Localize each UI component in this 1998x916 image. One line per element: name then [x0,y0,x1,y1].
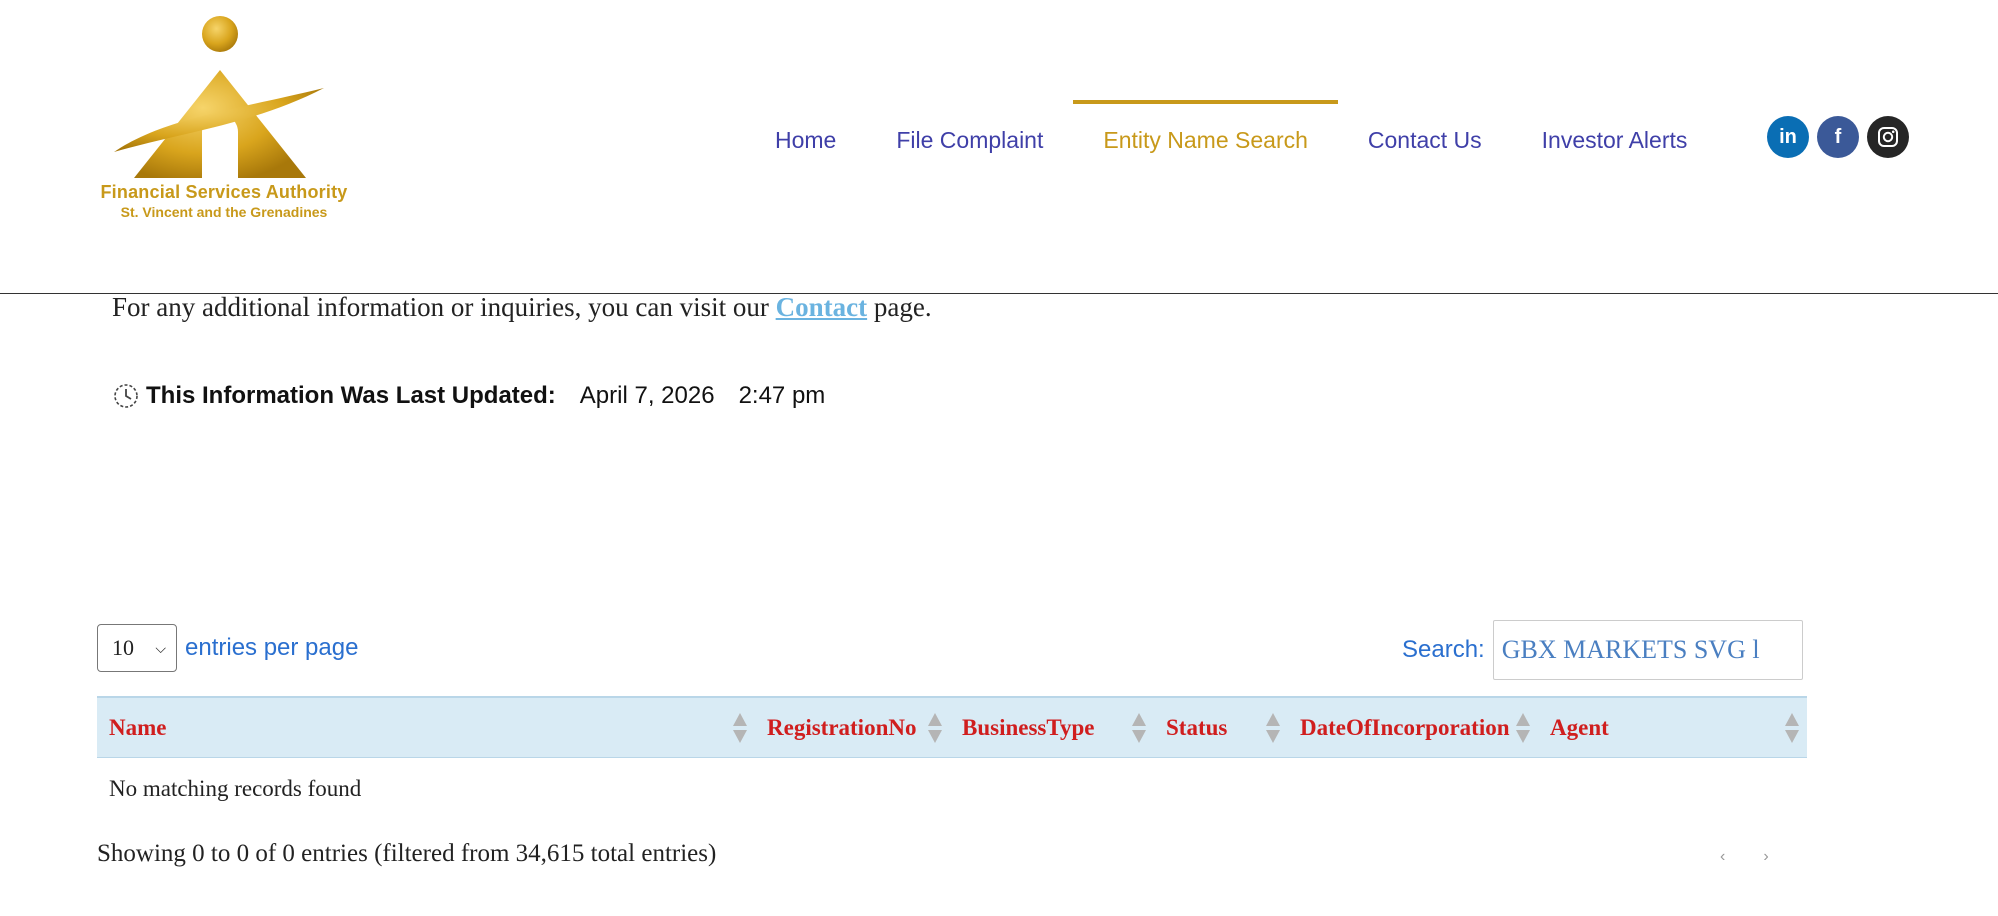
social-links: in f [1767,116,1909,158]
column-status-label: Status [1166,714,1228,740]
previous-page-button[interactable]: ‹ [1720,848,1725,866]
contact-link[interactable]: Contact [776,292,867,322]
entries-per-page-value: 10 [112,635,134,660]
nav-contact-us[interactable]: Contact Us [1338,100,1512,176]
column-name-label: Name [109,714,167,740]
entries-per-page-control: 10 ⌵ entries per page [97,624,358,672]
linkedin-button[interactable]: in [1767,116,1809,158]
entries-per-page-label: entries per page [185,634,359,661]
last-updated-time: 2:47 pm [738,382,826,409]
column-header-registrationno[interactable]: RegistrationNo [755,698,950,757]
last-updated-label: This Information Was Last Updated: [146,382,556,409]
sort-icon [1132,713,1146,743]
pagination: ‹ › [1720,848,1769,866]
sort-icon [928,713,942,743]
instagram-icon [1878,127,1898,147]
column-header-status[interactable]: Status [1154,698,1288,757]
sort-icon [1266,713,1280,743]
table-info: Showing 0 to 0 of 0 entries (filtered fr… [97,840,717,867]
fsa-logo-mark-icon [114,16,324,178]
search-input[interactable] [1492,620,1803,680]
nav-file-complaint[interactable]: File Complaint [866,100,1073,176]
linkedin-icon: in [1779,125,1797,148]
column-registrationno-label: RegistrationNo [767,714,917,740]
facebook-icon: f [1834,125,1842,148]
entries-per-page-select[interactable]: 10 ⌵ [97,624,177,672]
site-header: Financial Services Authority St. Vincent… [0,0,1998,294]
fsa-logo[interactable]: Financial Services Authority St. Vincent… [84,14,364,224]
brand-name: Financial Services Authority [100,182,348,202]
column-agent-label: Agent [1550,714,1609,740]
sort-icon [1785,713,1799,743]
last-updated-date: April 7, 2026 [579,382,715,409]
column-header-name[interactable]: Name [97,698,755,757]
table-header: Name RegistrationNo BusinessType Status … [97,696,1807,758]
table-search: Search: [1402,620,1803,680]
info-suffix: page. [873,292,932,322]
next-page-button[interactable]: › [1763,848,1768,866]
column-businesstype-label: BusinessType [962,714,1095,740]
info-text: For any additional information or inquir… [112,292,932,323]
brand-subtitle: St. Vincent and the Grenadines [120,204,328,220]
column-dateofincorporation-label: DateOfIncorporation [1300,714,1510,740]
nav-entity-name-search[interactable]: Entity Name Search [1073,100,1338,176]
last-updated: This Information Was Last Updated: April… [112,382,825,410]
column-header-dateofincorporation[interactable]: DateOfIncorporation [1288,698,1538,757]
table-empty-row: No matching records found [97,758,1807,820]
facebook-button[interactable]: f [1817,116,1859,158]
column-header-businesstype[interactable]: BusinessType [950,698,1154,757]
empty-message: No matching records found [109,776,362,801]
instagram-button[interactable] [1867,116,1909,158]
search-label: Search: [1402,636,1485,663]
column-header-agent[interactable]: Agent [1538,698,1807,757]
chevron-down-icon: ⌵ [155,639,166,656]
sort-icon [733,713,747,743]
info-prefix: For any additional information or inquir… [112,292,769,322]
entity-table: Name RegistrationNo BusinessType Status … [97,696,1807,820]
history-clock-icon [114,384,138,408]
main-nav: Home File Complaint Entity Name Search C… [745,100,1717,176]
nav-investor-alerts[interactable]: Investor Alerts [1512,100,1718,176]
sort-icon [1516,713,1530,743]
nav-home[interactable]: Home [745,100,866,176]
